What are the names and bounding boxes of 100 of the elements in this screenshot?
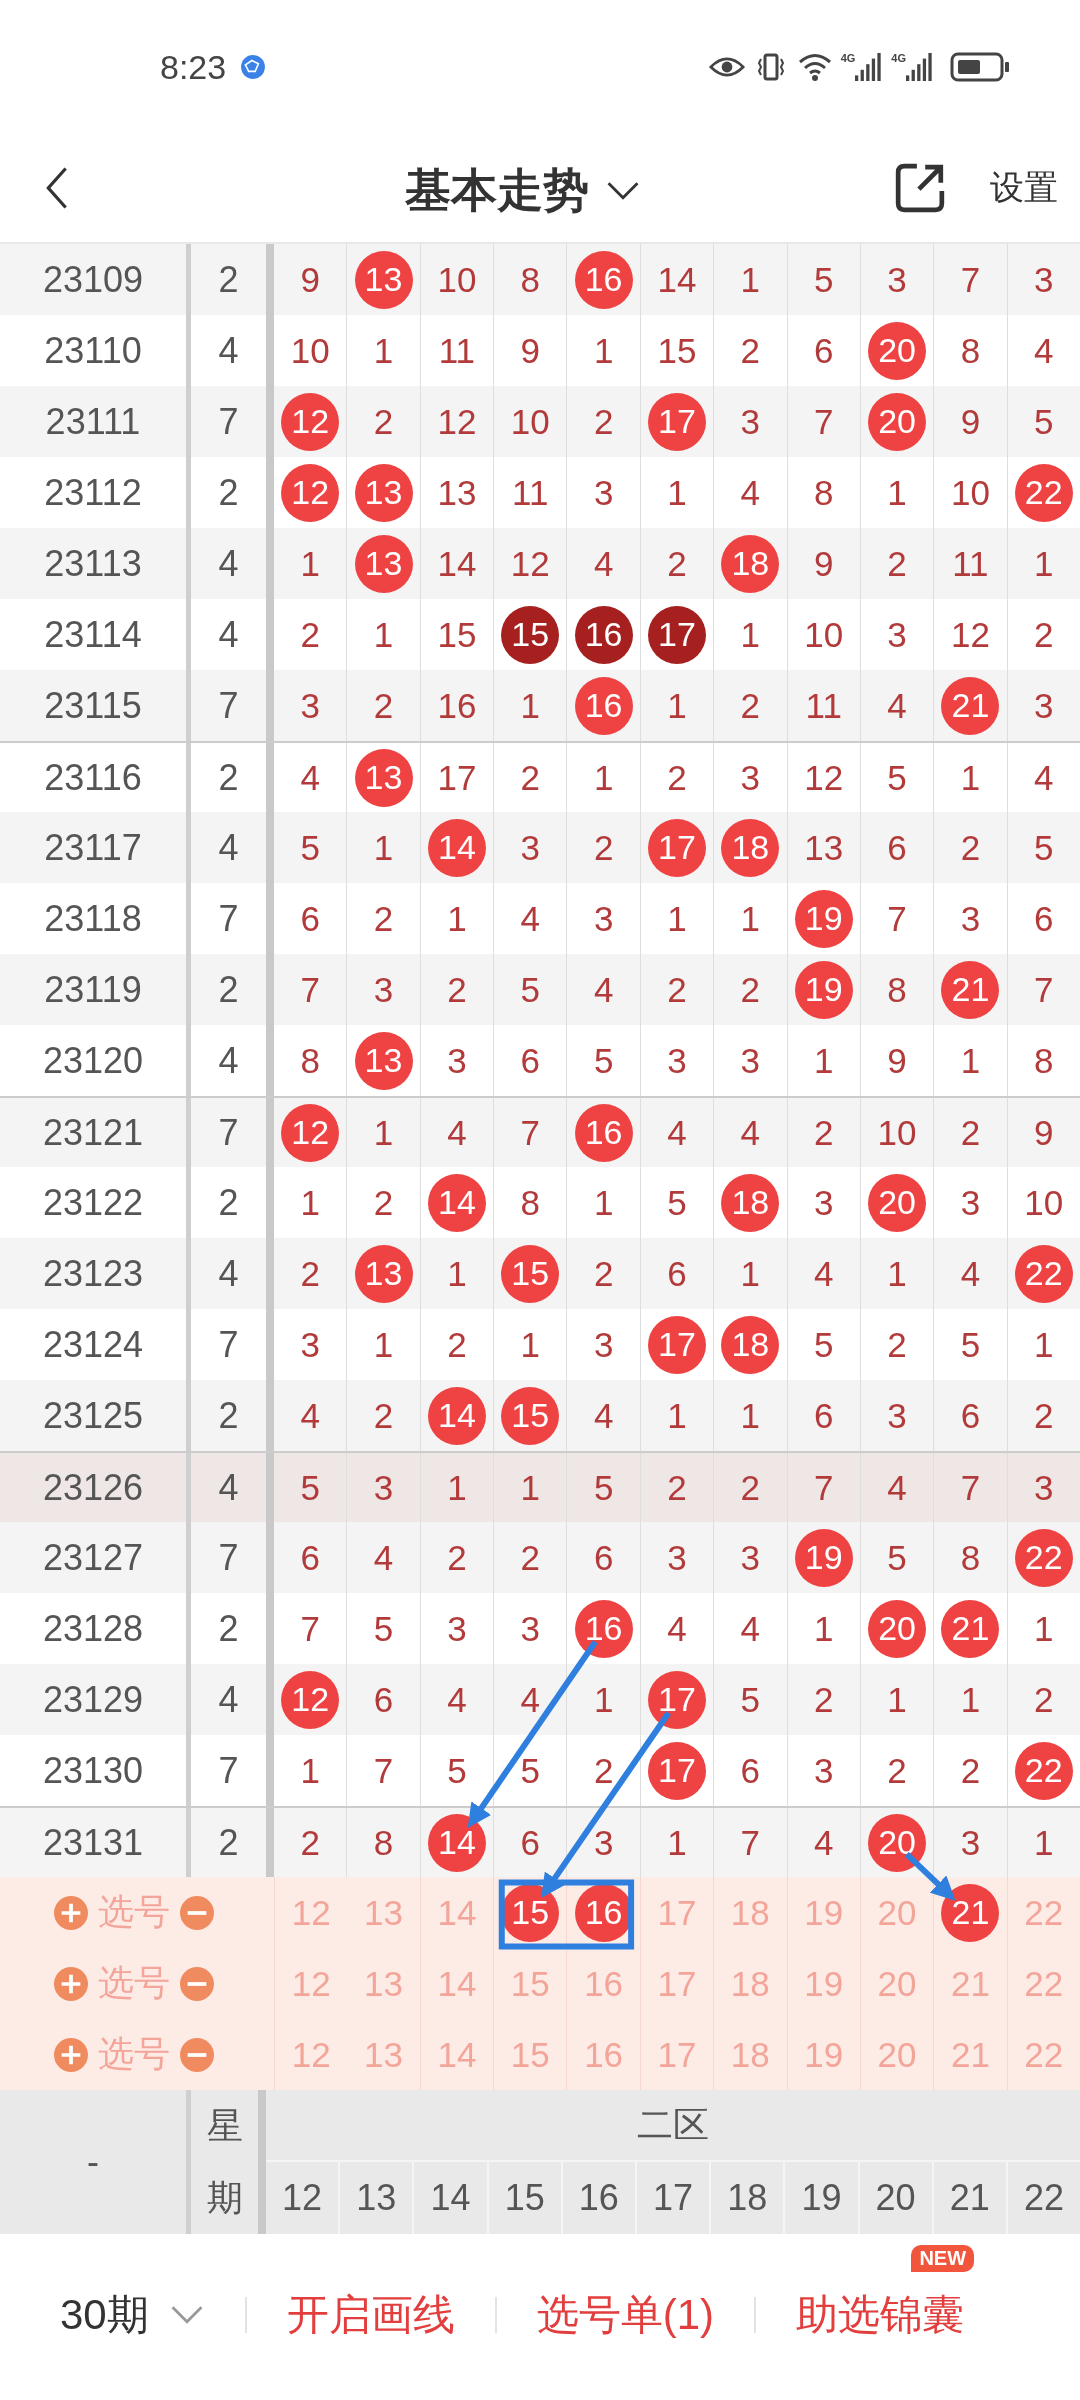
number-ball: 22 [1014, 1244, 1073, 1303]
table-cell: 3 [887, 259, 907, 300]
table-cell: 3 [1034, 685, 1054, 726]
table-cell: 7 [813, 401, 834, 442]
number-option[interactable]: 15 [510, 1963, 550, 2004]
table-cell: 2 [300, 614, 320, 655]
table-cell: 1 [520, 1467, 540, 1508]
number-ball: 19 [794, 1528, 853, 1587]
action-button[interactable]: 助选锦囊 [796, 2287, 965, 2343]
globe-icon [240, 54, 267, 80]
share-icon[interactable] [894, 162, 946, 214]
table-cell: 4 [960, 1253, 981, 1294]
number-ball: 12 [281, 463, 340, 522]
plus-icon[interactable] [54, 1966, 88, 2001]
number-option[interactable]: 18 [730, 1892, 770, 1933]
table-cell: 4 [447, 1112, 467, 1153]
number-option[interactable]: 20 [877, 1963, 917, 2004]
number-option[interactable]: 12 [291, 1892, 331, 1933]
table-cell: 2 [520, 757, 540, 798]
settings-link[interactable]: 设置 [990, 165, 1058, 211]
minus-icon[interactable] [180, 2037, 214, 2072]
number-option[interactable]: 16 [584, 2034, 624, 2075]
number-option[interactable]: 18 [730, 2034, 770, 2075]
number-option[interactable]: 20 [877, 1892, 917, 1933]
table-cell: 2 [667, 757, 687, 798]
table-cell: 9 [813, 543, 834, 584]
number-option[interactable]: 19 [804, 1892, 844, 1933]
number-option[interactable]: 16 [584, 1963, 624, 2004]
table-cell: 2 [447, 1537, 467, 1578]
table-cell: 3 [740, 1537, 761, 1578]
number-option[interactable]: 12 [291, 2034, 331, 2075]
number-option[interactable]: 15 [510, 2034, 550, 2075]
number-option[interactable]: 14 [437, 1892, 477, 1933]
table-cell: 15 [437, 614, 477, 655]
signal-icon [855, 52, 884, 82]
table-cell: 1 [447, 1253, 467, 1294]
table-cell: 6 [960, 1395, 981, 1436]
number-option[interactable]: 17 [657, 1892, 697, 1933]
minus-icon[interactable] [180, 1966, 214, 2001]
number-option[interactable]: 13 [364, 2034, 403, 2075]
title-dropdown[interactable]: 基本走势 [405, 160, 641, 222]
table-cell: 7 [740, 1822, 761, 1863]
number-ball: 17 [647, 1315, 706, 1374]
number-option[interactable]: 19 [804, 2034, 844, 2075]
action-button[interactable]: 选号单(1) [536, 2287, 715, 2343]
minus-icon[interactable] [180, 1895, 214, 1930]
number-option[interactable]: 18 [730, 1963, 770, 2004]
chevron-icon[interactable] [605, 181, 641, 201]
back-icon[interactable] [44, 166, 70, 210]
table-cell: 7 [887, 898, 907, 939]
table-cell: 1 [593, 1182, 614, 1223]
table-cell: 2 [887, 543, 907, 584]
number-option[interactable]: 17 [657, 2034, 697, 2075]
number-option[interactable]: 19 [804, 1963, 844, 2004]
number-option[interactable]: 20 [877, 2034, 917, 2075]
number-option[interactable]: 17 [657, 1963, 697, 2004]
number-option[interactable]: 13 [364, 1892, 403, 1933]
number-ball: 22 [1014, 1741, 1073, 1800]
table-cell: 1 [1034, 1324, 1054, 1365]
table-cell: 8 [887, 969, 907, 1010]
number-option[interactable]: 14 [437, 1963, 477, 2004]
table-cell: 4 [740, 472, 761, 513]
table-cell: 2 [960, 1750, 981, 1791]
number-ball: 13 [354, 748, 413, 807]
period-selector[interactable]: 30期 [60, 2287, 205, 2343]
table-cell: 7 [1034, 969, 1054, 1010]
pick-label: 选号 [98, 2032, 170, 2076]
number-ball: 14 [427, 1173, 486, 1232]
number-option[interactable]: 13 [364, 1963, 403, 2004]
table-cell: 4 [593, 969, 614, 1010]
table-cell: 13 [804, 827, 844, 868]
table-cell: 2 [373, 401, 394, 442]
table-cell: 13 [437, 472, 477, 513]
table-cell: 10 [437, 259, 477, 300]
number-option[interactable]: 12 [291, 1963, 331, 2004]
table-cell: 1 [1034, 1608, 1054, 1649]
table-cell: 2 [447, 969, 467, 1010]
table-cell: 5 [813, 259, 834, 300]
number-ball: 20 [868, 1173, 927, 1232]
table-cell: 10 [804, 614, 844, 655]
column-header: 15 [504, 2177, 545, 2219]
table-cell: 3 [593, 1822, 614, 1863]
wifi-icon [796, 52, 833, 82]
table-cell: 5 [300, 1467, 320, 1508]
plus-icon[interactable] [54, 1895, 88, 1930]
number-option[interactable]: 21 [950, 2034, 990, 2075]
number-option[interactable]: 14 [437, 2034, 477, 2075]
plus-icon[interactable] [54, 2037, 88, 2072]
number-option[interactable]: 22 [1024, 2034, 1064, 2075]
number-ball: 13 [354, 1244, 413, 1303]
number-ball: 19 [794, 889, 853, 948]
number-option[interactable]: 22 [1024, 1892, 1064, 1933]
number-option[interactable]: 21 [950, 1963, 990, 2004]
table-cell: 3 [740, 1040, 761, 1081]
table-cell: 6 [593, 1537, 614, 1578]
action-button[interactable]: 开启画线 [286, 2287, 455, 2343]
number-option[interactable]: 22 [1024, 1963, 1064, 2004]
number-option[interactable]: 21 [941, 1883, 1000, 1942]
number-ball: 20 [868, 1813, 927, 1872]
table-cell: 4 [520, 898, 540, 939]
